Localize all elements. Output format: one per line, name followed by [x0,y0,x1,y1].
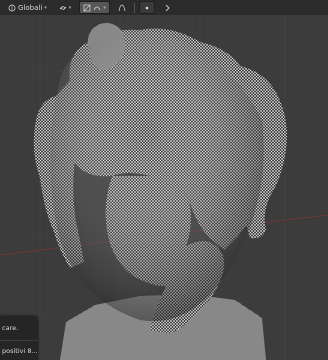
dot-icon [145,6,149,9]
transform-orientation-dropdown[interactable]: Globali ▾ [4,1,51,14]
falloff-dropdown[interactable] [114,1,130,14]
popup-text-line1: care. [2,324,19,332]
snap-icon [83,4,91,11]
sculpt-mesh[interactable] [33,23,287,360]
link-icon [59,5,67,10]
viewport-canvas[interactable] [0,0,328,360]
snap-toggle[interactable]: ▾ [79,1,110,14]
options-button[interactable] [138,1,155,14]
viewport-header: Globali ▾ ▾ ▾ [0,0,328,15]
more-options-button[interactable] [159,1,175,14]
popup-text-line2: positivi 8... [2,347,38,355]
operator-popup[interactable]: care. positivi 8... [0,316,38,360]
3d-viewport[interactable] [0,0,328,360]
falloff-curve-icon [118,4,126,11]
chevron-down-icon: ▾ [44,4,47,11]
chevron-down-icon: ▾ [103,4,106,11]
toolbar-separator [133,2,135,13]
chevron-right-icon [165,4,170,11]
popup-divider [0,340,38,341]
proportional-edit-icon [93,6,101,10]
orientation-icon [8,4,16,11]
pivot-point-dropdown[interactable]: ▾ [55,1,76,14]
chevron-down-icon: ▾ [68,4,72,11]
transform-orientation-label: Globali [18,3,43,12]
